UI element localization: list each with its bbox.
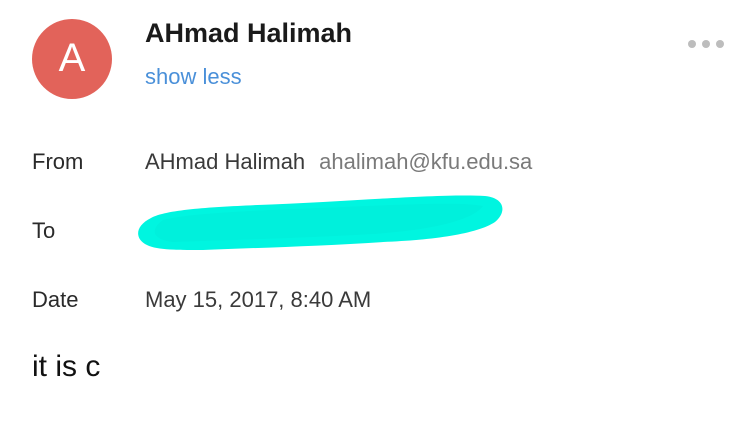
date-label: Date bbox=[32, 287, 79, 312]
date-value: May 15, 2017, 8:40 AM bbox=[145, 287, 372, 312]
from-name[interactable]: AHmad Halimah bbox=[145, 149, 305, 174]
from-value: AHmad Halimah ahalimah@kfu.edu.sa bbox=[145, 149, 532, 175]
more-dot bbox=[716, 40, 724, 48]
avatar: A bbox=[32, 19, 112, 99]
from-email[interactable]: ahalimah@kfu.edu.sa bbox=[319, 149, 532, 174]
from-label: From bbox=[32, 149, 84, 174]
more-options-icon[interactable] bbox=[688, 38, 724, 50]
recipient-redaction bbox=[138, 195, 503, 250]
show-less-link[interactable]: show less bbox=[145, 64, 242, 90]
sender-name: AHmad Halimah bbox=[145, 18, 353, 48]
more-dot bbox=[688, 40, 696, 48]
message-body: it is c bbox=[32, 350, 101, 383]
to-label: To bbox=[32, 218, 56, 243]
more-dot bbox=[702, 40, 710, 48]
avatar-letter: A bbox=[58, 36, 86, 80]
